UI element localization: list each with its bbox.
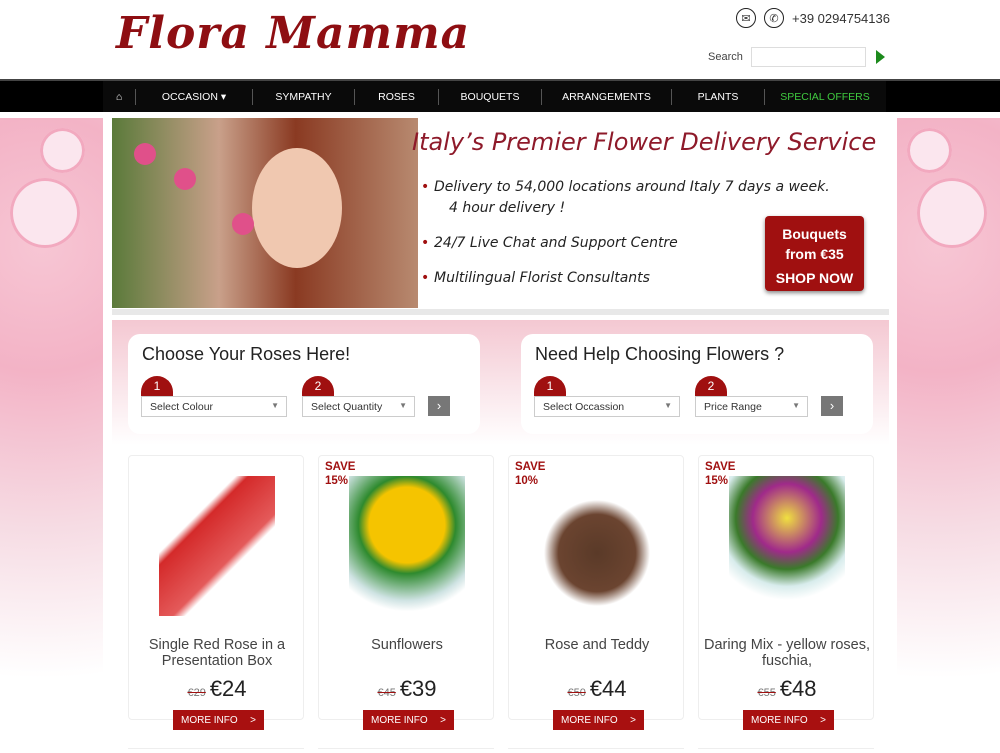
go-button[interactable]: ›	[428, 396, 450, 416]
step-badge: 2	[302, 376, 334, 396]
divider	[112, 309, 889, 315]
nav-plants[interactable]: PLANTS	[672, 88, 765, 105]
button-label: MORE INFO	[181, 715, 238, 726]
select-label: Select Quantity	[311, 401, 383, 413]
main-nav: ⌂ OCCASION ▾ SYMPATHY ROSES BOUQUETS ARR…	[0, 79, 1000, 112]
select-price-range[interactable]: Price Range ▼	[695, 396, 808, 417]
select-occasion[interactable]: Select Occassion ▼	[534, 396, 680, 417]
product-price: €45 €39	[319, 676, 495, 702]
search-go-icon[interactable]	[875, 50, 885, 64]
select-label: Select Occassion	[543, 401, 625, 413]
cta-line: Bouquets	[782, 226, 847, 242]
product-card[interactable]: SAVE 10% Rose and Teddy €50 €44 MORE INFO…	[508, 455, 685, 730]
step-badge: 1	[141, 376, 173, 396]
shop-now-button[interactable]: Bouquets from €35 SHOP NOW	[765, 216, 864, 291]
product-image[interactable]	[729, 476, 845, 616]
product-image[interactable]	[349, 476, 465, 616]
chevron-down-icon: ▼	[271, 401, 279, 410]
step-badge: 2	[695, 376, 727, 396]
hero-bullet: 24/7 Live Chat and Support Centre	[421, 235, 678, 251]
button-label: MORE INFO	[751, 715, 808, 726]
side-flower-image-left	[0, 118, 103, 751]
nav-occasion[interactable]: OCCASION ▾	[136, 88, 253, 105]
product-price: €29 €24	[129, 676, 305, 702]
select-colour[interactable]: Select Colour ▼	[141, 396, 287, 417]
chevron-right-icon: >	[630, 715, 636, 726]
nav-sympathy[interactable]: SYMPATHY	[253, 88, 355, 105]
current-price: €48	[779, 676, 817, 701]
product-image[interactable]	[539, 476, 655, 616]
rose-finder-panel: Choose Your Roses Here! 1 Select Colour ▼…	[128, 334, 480, 434]
nav-bouquets[interactable]: BOUQUETS	[439, 88, 542, 105]
old-price: €29	[187, 687, 206, 699]
chevron-right-icon: >	[820, 715, 826, 726]
chevron-down-icon: ▼	[664, 401, 672, 410]
logo[interactable]: Flora Mamma	[116, 8, 470, 59]
more-info-button[interactable]: MORE INFO >	[743, 710, 834, 730]
search-label: Search	[708, 51, 743, 63]
product-card[interactable]: SAVE 15% Daring Mix - yellow roses, fusc…	[698, 455, 875, 730]
more-info-button[interactable]: MORE INFO >	[363, 710, 454, 730]
button-label: MORE INFO	[371, 715, 428, 726]
hero-banner: Italy’s Premier Flower Delivery Service …	[112, 118, 889, 310]
nav-arrangements[interactable]: ARRANGEMENTS	[542, 88, 672, 105]
current-price: €24	[209, 676, 247, 701]
hero-title: Italy’s Premier Flower Delivery Service	[412, 128, 877, 156]
product-card[interactable]: Single Red Rose in a Presentation Box €2…	[128, 455, 305, 730]
old-price: €50	[567, 687, 586, 699]
old-price: €55	[757, 687, 776, 699]
product-card[interactable]: SAVE 15% Sunflowers €45 €39 MORE INFO >	[318, 455, 495, 730]
hero-bullet-cont: 4 hour delivery !	[449, 200, 565, 216]
nav-special-offers[interactable]: SPECIAL OFFERS	[765, 89, 885, 105]
search-input[interactable]	[750, 47, 866, 67]
chevron-down-icon: ▼	[792, 401, 800, 410]
product-name[interactable]: Single Red Rose in a Presentation Box	[129, 637, 305, 669]
chevron-down-icon: ▼	[399, 401, 407, 410]
button-label: MORE INFO	[561, 715, 618, 726]
more-info-button[interactable]: MORE INFO >	[553, 710, 644, 730]
chevron-right-icon: >	[250, 715, 256, 726]
more-info-button[interactable]: MORE INFO >	[173, 710, 264, 730]
nav-roses[interactable]: ROSES	[355, 88, 439, 105]
hero-bullet: Multilingual Florist Consultants	[421, 270, 650, 286]
search-bar: Search	[708, 47, 885, 67]
product-price: €50 €44	[509, 676, 685, 702]
go-button[interactable]: ›	[821, 396, 843, 416]
product-image[interactable]	[159, 476, 275, 616]
product-name[interactable]: Rose and Teddy	[509, 637, 685, 653]
select-quantity[interactable]: Select Quantity ▼	[302, 396, 415, 417]
side-flower-image-right	[897, 118, 1000, 751]
cta-line: SHOP NOW	[775, 270, 854, 286]
step-badge: 1	[534, 376, 566, 396]
current-price: €44	[589, 676, 627, 701]
product-name[interactable]: Daring Mix - yellow roses, fuschia,	[699, 637, 875, 669]
chevron-right-icon: >	[440, 715, 446, 726]
select-label: Price Range	[704, 401, 762, 413]
home-icon[interactable]: ⌂	[103, 88, 136, 105]
cta-line: from €35	[785, 246, 844, 262]
select-label: Select Colour	[150, 401, 214, 413]
panel-title: Need Help Choosing Flowers ?	[535, 344, 785, 364]
hero-bullet-text: 4 hour delivery !	[449, 200, 566, 216]
panel-title: Choose Your Roses Here!	[142, 344, 351, 364]
product-price: €55 €48	[699, 676, 875, 702]
contact-bar: ✉ ✆ +39 0294754136	[736, 8, 890, 28]
phone-icon: ✆	[764, 8, 784, 28]
current-price: €39	[399, 676, 437, 701]
hero-image	[112, 118, 418, 308]
email-icon[interactable]: ✉	[736, 8, 756, 28]
phone-number: +39 0294754136	[792, 10, 890, 26]
product-name[interactable]: Sunflowers	[319, 637, 495, 653]
help-finder-panel: Need Help Choosing Flowers ? 1 Select Oc…	[521, 334, 873, 434]
hero-bullet: Delivery to 54,000 locations around Ital…	[421, 179, 830, 195]
old-price: €45	[377, 687, 396, 699]
